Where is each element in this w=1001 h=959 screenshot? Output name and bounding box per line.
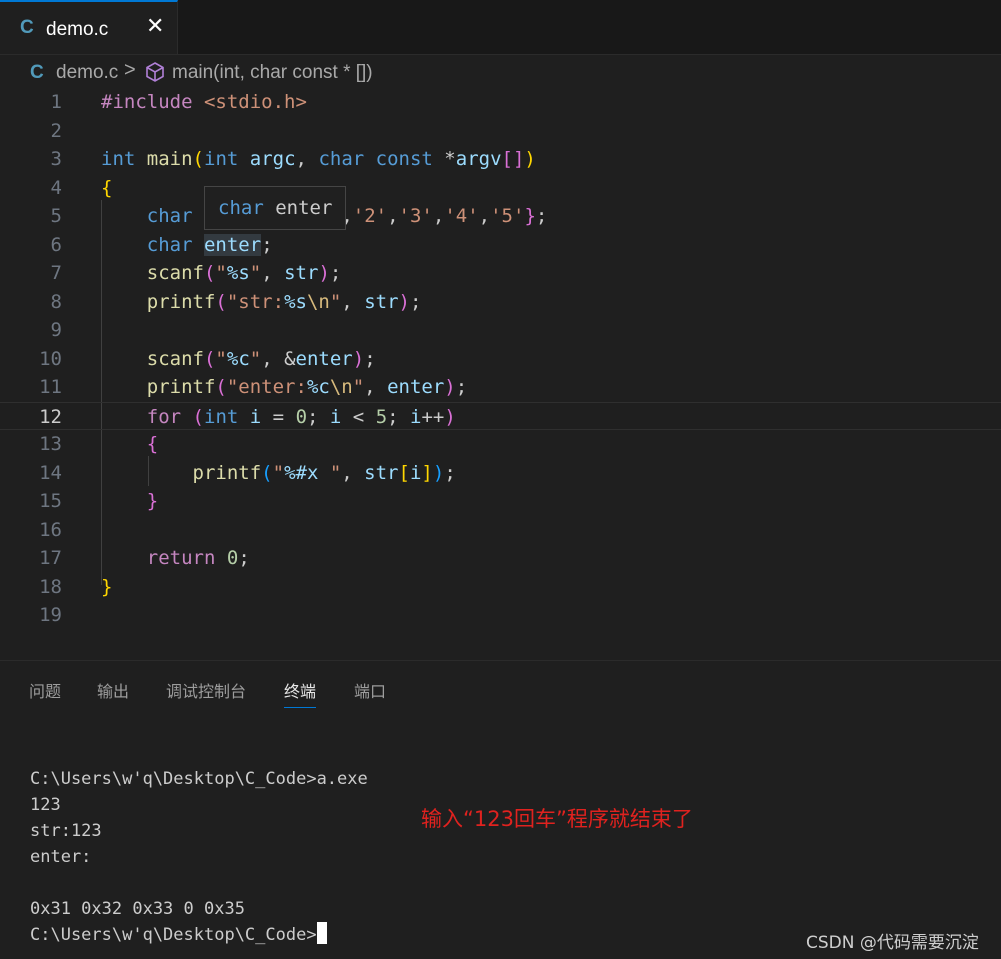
- c-file-icon: C: [30, 62, 44, 83]
- line-number: 6: [50, 234, 62, 256]
- code-line: 16: [0, 516, 1001, 544]
- chevron-right-icon: >: [124, 59, 136, 81]
- watermark: CSDN @代码需要沉淀: [806, 933, 979, 953]
- terminal-line: str:123: [30, 821, 102, 841]
- code-line: 17 return 0;: [0, 544, 1001, 572]
- code-editor[interactable]: 1 #include <stdio.h> 2 3 int main(int argc…: [0, 88, 1001, 660]
- c-file-icon: C: [20, 17, 34, 38]
- code-line: 4{: [0, 174, 1001, 202]
- line-number: 18: [39, 576, 62, 598]
- code-line: 18}: [0, 573, 1001, 601]
- line-number: 5: [50, 205, 62, 227]
- code-line: 13 {: [0, 430, 1001, 458]
- line-number: 15: [39, 490, 62, 512]
- tab-debug-console[interactable]: 调试控制台: [166, 678, 246, 702]
- line-number: 3: [50, 148, 62, 170]
- line-number: 1: [50, 91, 62, 113]
- line-number: 8: [50, 291, 62, 313]
- line-number: 4: [50, 177, 62, 199]
- tooltip-name: enter: [275, 197, 333, 219]
- close-icon[interactable]: ✕: [146, 15, 164, 39]
- line-number: 12: [39, 406, 62, 428]
- terminal-line: 123: [30, 795, 61, 815]
- line-number: 14: [39, 462, 62, 484]
- line-number: 19: [39, 604, 62, 626]
- terminal-line: enter:: [30, 847, 92, 867]
- terminal-cursor: [316, 922, 327, 944]
- terminal-line: C:\Users\w'q\Desktop\C_Code>a.exe: [30, 769, 368, 789]
- code-line: 10 scanf("%c", &enter);: [0, 345, 1001, 373]
- terminal-prompt-line: C:\Users\w'q\Desktop\C_Code>: [30, 922, 327, 948]
- line-number: 2: [50, 120, 62, 142]
- code-line: 7 scanf("%s", str);: [0, 259, 1001, 287]
- code-line: 1 #include <stdio.h>: [0, 88, 1001, 116]
- code-line: 11 printf("enter:%c\n", enter);: [0, 373, 1001, 401]
- code-line-current: 12 for (int i = 0; i < 5; i++): [0, 402, 1001, 430]
- tab-output[interactable]: 输出: [97, 678, 129, 702]
- line-number: 9: [50, 319, 62, 341]
- panel-tabs: 问题 输出 调试控制台 终端 端口: [0, 661, 1001, 717]
- tab-bar: C demo.c ✕: [0, 0, 1001, 55]
- line-number: 16: [39, 519, 62, 541]
- tab-terminal[interactable]: 终端: [284, 678, 317, 708]
- line-number: 11: [39, 376, 62, 398]
- code-line: 2: [0, 117, 1001, 145]
- breadcrumb: C demo.c > main(int, char const * []): [0, 56, 1001, 88]
- line-number: 13: [39, 433, 62, 455]
- hover-tooltip: char enter: [204, 186, 346, 230]
- code-line: 5 char str[] = {'1','2','3','4','5'};: [0, 202, 1001, 230]
- tooltip-type: char: [218, 197, 264, 219]
- code-line: 14 printf("%#x ", str[i]);: [0, 459, 1001, 487]
- line-number: 17: [39, 547, 62, 569]
- terminal-prompt: C:\Users\w'q\Desktop\C_Code>: [30, 925, 317, 945]
- code-line: 3 int main(int argc, char const *argv[]): [0, 145, 1001, 173]
- breadcrumb-function[interactable]: main(int, char const * []): [172, 62, 373, 84]
- tab-demo-c[interactable]: C demo.c ✕: [0, 0, 178, 54]
- line-number: 7: [50, 262, 62, 284]
- terminal-line: 0x31 0x32 0x33 0 0x35: [30, 899, 245, 919]
- tab-ports[interactable]: 端口: [354, 678, 386, 702]
- code-line: 15 }: [0, 487, 1001, 515]
- code-line: 19: [0, 601, 1001, 629]
- cube-icon: [146, 62, 164, 82]
- tab-label: demo.c: [46, 19, 109, 40]
- code-line: 9: [0, 316, 1001, 344]
- line-number: 10: [39, 348, 62, 370]
- code-line: 6 char enter;: [0, 231, 1001, 259]
- tab-problems[interactable]: 问题: [29, 678, 61, 702]
- annotation-note: 输入“123回车”程序就结束了: [421, 807, 693, 831]
- breadcrumb-file[interactable]: demo.c: [56, 62, 118, 84]
- code-line: 8 printf("str:%s\n", str);: [0, 288, 1001, 316]
